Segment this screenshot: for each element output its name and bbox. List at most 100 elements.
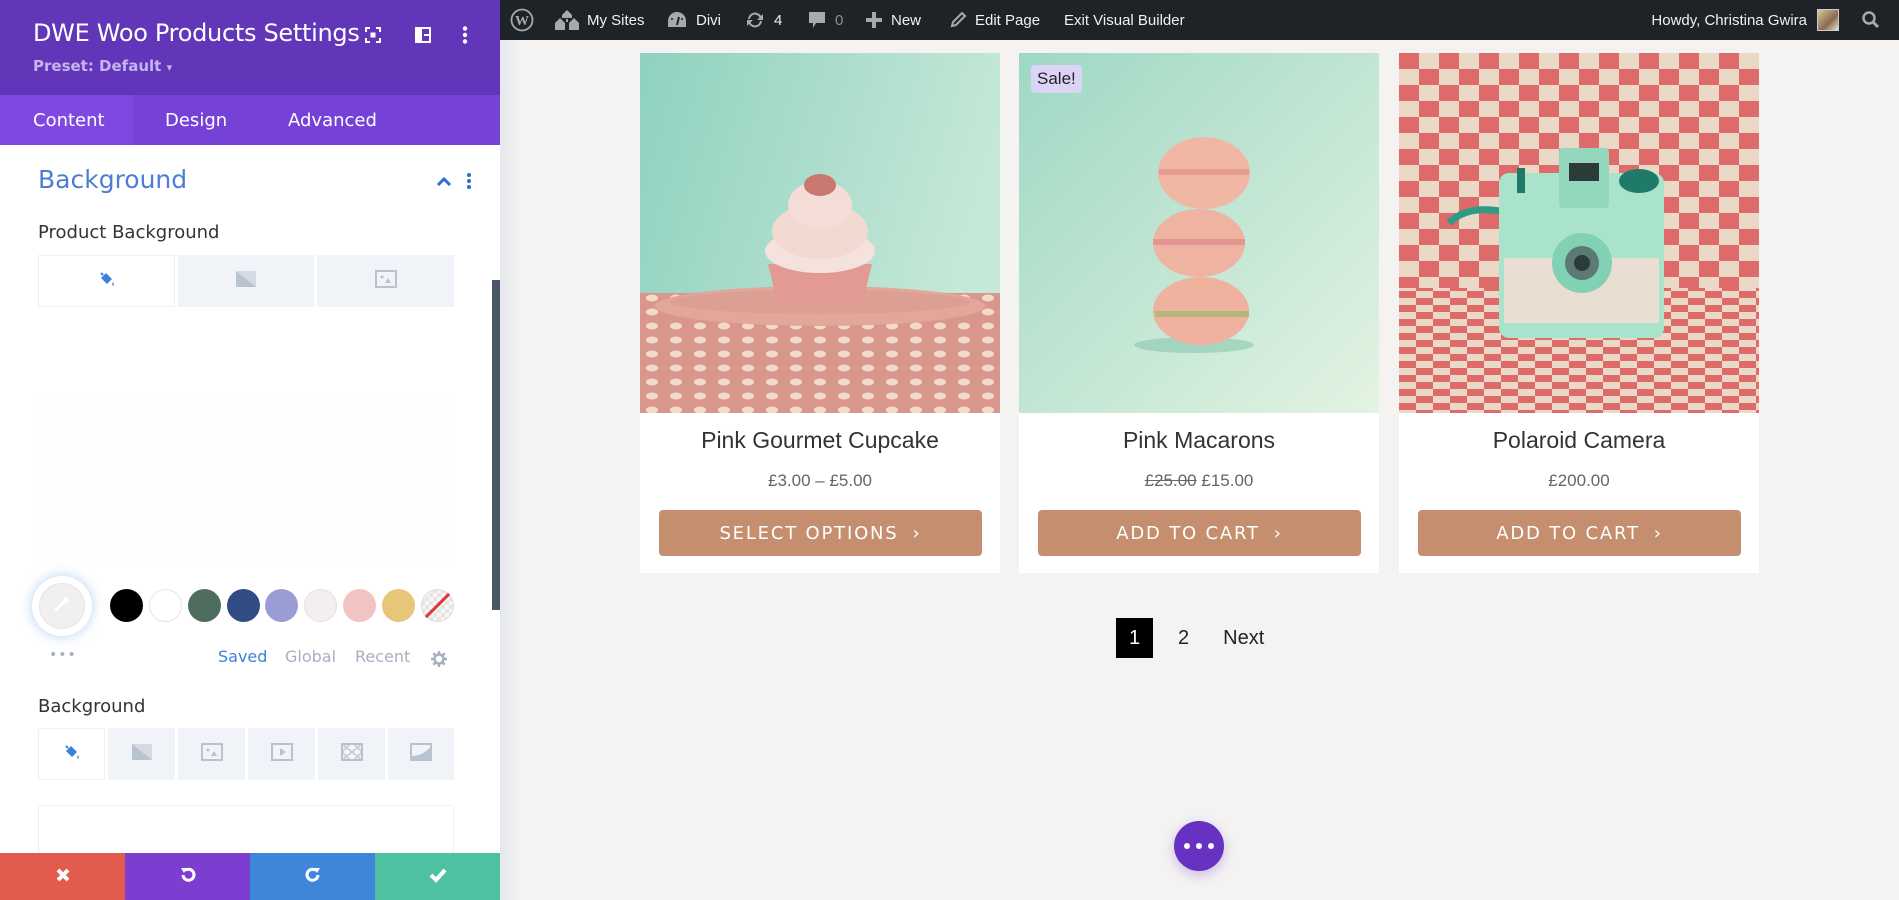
save-button[interactable] xyxy=(375,853,500,900)
preset-dropdown[interactable]: Preset: Default ▾ xyxy=(33,57,172,75)
color-swatch[interactable] xyxy=(304,589,337,622)
product-card: Pink Gourmet Cupcake £3.00 – £5.00 SELEC… xyxy=(640,53,1000,573)
background-color-tab[interactable] xyxy=(38,728,105,780)
product-image-camera[interactable] xyxy=(1399,53,1759,413)
color-swatch[interactable] xyxy=(110,589,143,622)
tab-advanced[interactable]: Advanced xyxy=(263,95,410,145)
section-title-background[interactable]: Background xyxy=(38,165,187,194)
fullscreen-icon[interactable] xyxy=(362,24,384,46)
page-link[interactable]: 2 xyxy=(1178,627,1189,650)
panel-scrollbar[interactable] xyxy=(492,280,500,610)
edit-page-label: Edit Page xyxy=(975,11,1041,29)
background-label: Background xyxy=(38,696,146,717)
palette-tab-recent[interactable]: Recent xyxy=(355,647,410,666)
product-image-cupcake[interactable] xyxy=(640,53,1000,413)
checkmark-icon xyxy=(429,867,447,887)
palette-more-icon[interactable]: ••• xyxy=(49,647,77,663)
divi-menu[interactable]: Divi xyxy=(666,0,721,40)
sale-badge: Sale! xyxy=(1031,65,1082,93)
add-to-cart-button[interactable]: ADD TO CART › xyxy=(1038,510,1361,556)
color-swatch[interactable] xyxy=(227,589,260,622)
search-icon[interactable] xyxy=(1861,10,1881,30)
button-label: SELECT OPTIONS xyxy=(719,522,899,544)
product-price: £25.00 £15.00 xyxy=(1019,471,1379,491)
comments-icon xyxy=(807,10,827,30)
panel-action-bar xyxy=(0,853,500,900)
product-price: £3.00 – £5.00 xyxy=(640,471,1000,491)
price-range: £3.00 – £5.00 xyxy=(768,471,872,490)
background-image-tab[interactable] xyxy=(317,255,454,307)
next-page-link[interactable]: Next xyxy=(1223,627,1264,650)
dot-icon xyxy=(1184,843,1190,849)
user-greeting[interactable]: Howdy, Christina Gwira xyxy=(1651,12,1807,29)
new-label: New xyxy=(891,11,922,29)
color-swatch[interactable] xyxy=(149,589,182,622)
updates-count: 4 xyxy=(774,11,783,29)
edit-page-link[interactable]: Edit Page xyxy=(949,0,1040,40)
redo-icon xyxy=(304,866,322,888)
no-color-swatch[interactable] xyxy=(421,589,454,622)
color-swatch[interactable] xyxy=(188,589,221,622)
section-options-icon[interactable] xyxy=(466,172,478,192)
color-picker-area[interactable] xyxy=(38,328,454,568)
background-pattern-tab[interactable] xyxy=(318,728,385,780)
gear-icon[interactable] xyxy=(430,650,448,668)
panel-header[interactable]: DWE Woo Products Settings Preset: Defaul… xyxy=(0,0,500,95)
color-swatch[interactable] xyxy=(343,589,376,622)
avatar[interactable] xyxy=(1817,9,1839,31)
my-sites-menu[interactable]: My Sites xyxy=(555,0,645,40)
discard-button[interactable] xyxy=(0,853,125,900)
add-to-cart-button[interactable]: ADD TO CART › xyxy=(1418,510,1741,556)
divi-label: Divi xyxy=(696,11,721,29)
background-type-tabs xyxy=(38,728,454,780)
button-label: ADD TO CART xyxy=(1116,522,1260,544)
pattern-icon xyxy=(340,743,363,765)
more-options-icon[interactable] xyxy=(454,24,476,46)
sale-price: £15.00 xyxy=(1201,471,1254,490)
tab-content[interactable]: Content xyxy=(0,95,133,145)
background-gradient-tab[interactable] xyxy=(108,728,175,780)
button-label: ADD TO CART xyxy=(1496,522,1640,544)
palette-tab-global[interactable]: Global xyxy=(285,647,336,666)
background-gradient-tab[interactable] xyxy=(178,255,314,307)
product-background-type-tabs xyxy=(38,255,454,307)
my-sites-label: My Sites xyxy=(587,11,645,29)
select-options-button[interactable]: SELECT OPTIONS › xyxy=(659,510,982,556)
palette-tab-saved[interactable]: Saved xyxy=(218,647,267,666)
page-edge-shadow xyxy=(500,40,520,900)
product-title[interactable]: Pink Gourmet Cupcake xyxy=(640,427,1000,454)
color-picker-button[interactable] xyxy=(32,576,92,636)
paint-bucket-icon xyxy=(98,270,116,292)
gradient-icon xyxy=(131,743,153,765)
undo-button[interactable] xyxy=(125,853,250,900)
comments-count: 0 xyxy=(835,11,844,29)
background-video-tab[interactable] xyxy=(248,728,315,780)
color-swatch[interactable] xyxy=(382,589,415,622)
background-color-tab[interactable] xyxy=(38,255,175,307)
tab-design[interactable]: Design xyxy=(133,95,263,145)
wordpress-menu[interactable]: W xyxy=(510,0,534,40)
builder-page-settings-button[interactable] xyxy=(1174,821,1224,871)
video-icon xyxy=(270,743,293,765)
module-settings-panel: DWE Woo Products Settings Preset: Defaul… xyxy=(0,0,500,900)
chevron-up-icon[interactable] xyxy=(434,172,454,192)
background-image-tab[interactable] xyxy=(178,728,245,780)
color-swatch[interactable] xyxy=(265,589,298,622)
exit-visual-builder-link[interactable]: Exit Visual Builder xyxy=(1064,0,1185,40)
new-content-menu[interactable]: New xyxy=(865,0,921,40)
old-price: £25.00 xyxy=(1144,471,1197,490)
product-card: Polaroid Camera £200.00 ADD TO CART › xyxy=(1399,53,1759,573)
product-title[interactable]: Pink Macarons xyxy=(1019,427,1379,454)
background-mask-tab[interactable] xyxy=(388,728,454,780)
my-sites-icon xyxy=(555,9,579,31)
dot-icon xyxy=(1196,843,1202,849)
updates-menu[interactable]: 4 xyxy=(744,0,782,40)
caret-down-icon: ▾ xyxy=(166,61,173,74)
product-card: Sale! Pink Macarons £25.00 £15.00 ADD TO… xyxy=(1019,53,1379,573)
comments-menu[interactable]: 0 xyxy=(807,0,843,40)
dock-panel-icon[interactable] xyxy=(412,24,434,46)
product-title[interactable]: Polaroid Camera xyxy=(1399,427,1759,454)
wordpress-logo-icon: W xyxy=(510,8,534,32)
product-image-macarons[interactable]: Sale! xyxy=(1019,53,1379,413)
redo-button[interactable] xyxy=(250,853,375,900)
